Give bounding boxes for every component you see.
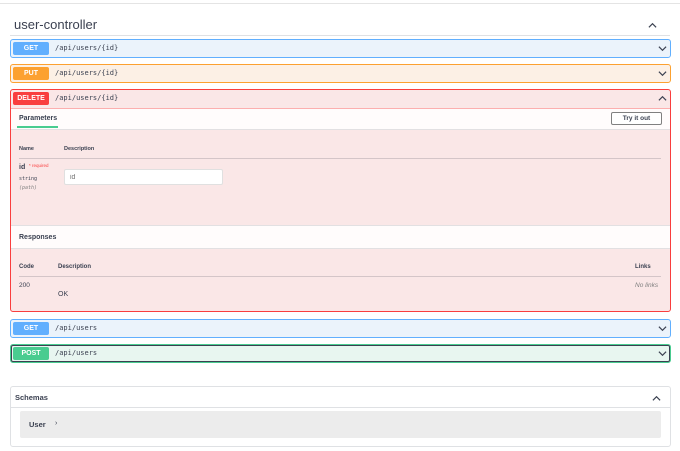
responses-section-header: Responses xyxy=(11,225,670,249)
schemas-title[interactable]: Schemas xyxy=(15,393,48,402)
method-badge-post: POST xyxy=(13,347,49,360)
response-header-code: Code xyxy=(19,264,34,270)
chevron-up-icon[interactable] xyxy=(652,394,661,403)
chevron-down-icon[interactable] xyxy=(658,44,667,53)
operation-summary[interactable]: DELETE /api/users/{id} xyxy=(11,90,670,107)
operation-path: /api/users/{id} xyxy=(55,44,119,52)
chevron-down-icon[interactable] xyxy=(658,69,667,78)
operation-path: /api/users xyxy=(55,324,98,332)
tab-active-indicator xyxy=(17,126,58,128)
param-id-input[interactable] xyxy=(64,169,223,185)
operation-path: /api/users/{id} xyxy=(55,94,119,102)
method-badge-delete: DELETE xyxy=(13,92,49,105)
responses-title: Responses xyxy=(19,234,57,241)
operation-delete-user: DELETE /api/users/{id} Parameters Try it… xyxy=(10,89,671,312)
response-header-description: Description xyxy=(58,264,92,270)
schemas-divider xyxy=(11,407,670,408)
chevron-down-icon[interactable] xyxy=(658,324,667,333)
operation-get-user-by-id[interactable]: GET /api/users/{id} xyxy=(10,39,671,58)
operation-path: /api/users/{id} xyxy=(55,69,119,77)
method-badge-get: GET xyxy=(13,42,49,55)
tag-title: user-controller xyxy=(14,17,98,32)
operation-get-users[interactable]: GET /api/users xyxy=(10,319,671,338)
model-user[interactable]: User › xyxy=(20,411,661,438)
response-description: OK xyxy=(58,291,69,298)
chevron-down-icon[interactable] xyxy=(658,349,667,358)
operation-put-user[interactable]: PUT /api/users/{id} xyxy=(10,64,671,83)
chevron-up-icon[interactable] xyxy=(648,21,657,30)
tab-parameters[interactable]: Parameters xyxy=(19,115,57,122)
tag-section-header[interactable]: user-controller xyxy=(10,12,670,36)
param-location: (path) xyxy=(19,185,38,191)
chevron-right-icon[interactable]: › xyxy=(55,420,57,427)
swagger-ui: user-controller GET /api/users/{id} PUT … xyxy=(0,3,680,451)
param-type: string xyxy=(19,176,38,182)
operation-path: /api/users xyxy=(55,349,98,357)
model-name: User xyxy=(29,420,46,429)
param-header-name: Name xyxy=(19,146,34,152)
schemas-section: Schemas User › xyxy=(10,386,671,447)
response-header-links: Links xyxy=(635,264,651,270)
try-it-out-button[interactable]: Try it out xyxy=(611,112,662,125)
response-code: 200 xyxy=(19,282,30,289)
param-name: id xyxy=(19,164,26,171)
param-header-divider xyxy=(19,158,661,159)
chevron-up-icon[interactable] xyxy=(658,94,667,103)
operation-post-user[interactable]: POST /api/users xyxy=(10,344,671,363)
response-header-divider xyxy=(19,276,661,277)
method-badge-get: GET xyxy=(13,322,49,335)
param-header-description: Description xyxy=(64,146,95,152)
param-required-label: * required xyxy=(29,163,49,168)
response-links: No links xyxy=(635,282,659,289)
method-badge-put: PUT xyxy=(13,67,49,80)
parameters-section-header: Parameters Try it out xyxy=(11,108,670,130)
